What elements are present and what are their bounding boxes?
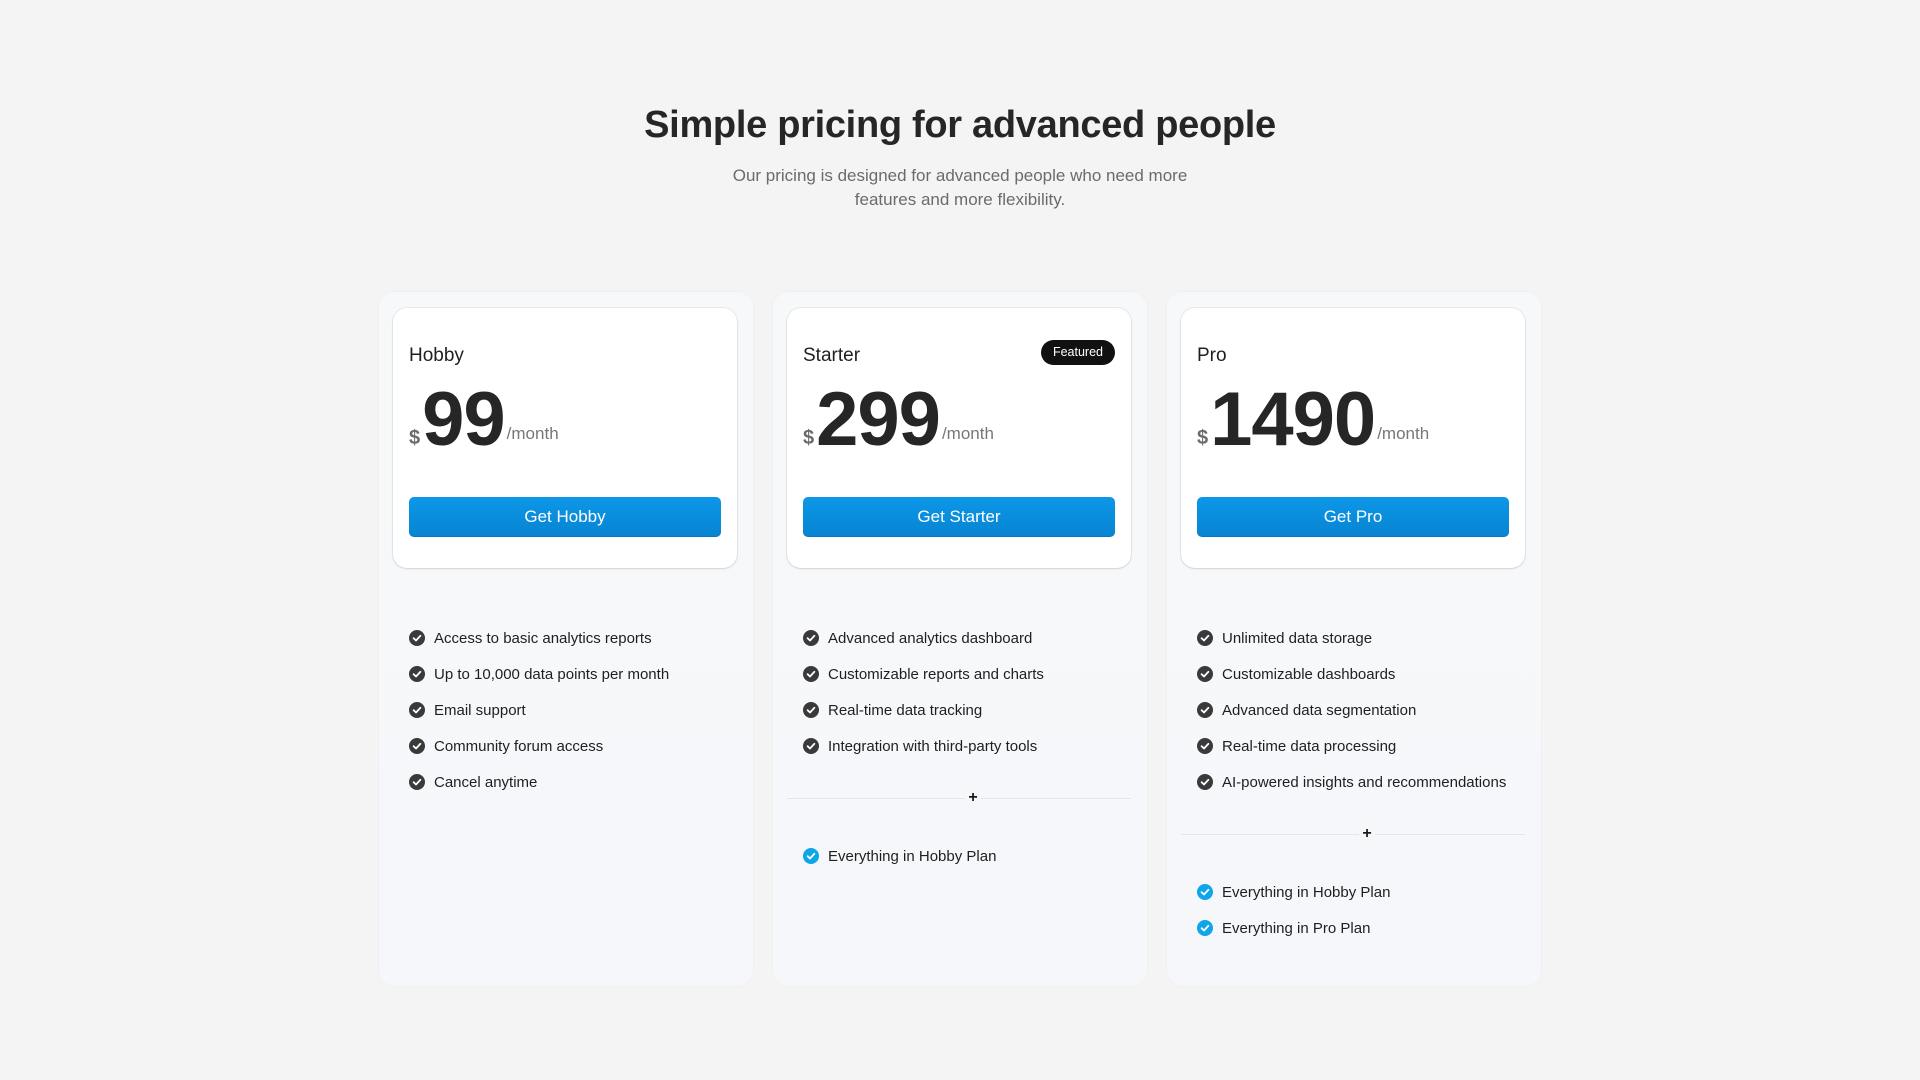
check-circle-icon xyxy=(803,630,819,646)
currency-symbol: $ xyxy=(409,427,421,449)
plan-pro: Pro $ 1490 /month Get Pro Unlimited data… xyxy=(1167,292,1541,986)
pricing-page: Simple pricing for advanced people Our p… xyxy=(0,0,1920,1080)
plan-divider: + xyxy=(787,790,1131,806)
check-circle-icon xyxy=(803,702,819,718)
check-circle-icon xyxy=(1197,666,1213,682)
feature-text: Customizable dashboards xyxy=(1222,665,1396,683)
check-circle-icon xyxy=(409,774,425,790)
feature-text: Cancel anytime xyxy=(434,773,538,791)
check-circle-icon xyxy=(803,848,819,864)
feature-text: Up to 10,000 data points per month xyxy=(434,665,670,683)
currency-symbol: $ xyxy=(803,427,815,449)
check-circle-icon xyxy=(409,666,425,682)
plus-icon: + xyxy=(1359,826,1375,842)
feature-text: Unlimited data storage xyxy=(1222,629,1373,647)
feature-text: Access to basic analytics reports xyxy=(434,629,652,647)
feature-text: Email support xyxy=(434,701,526,719)
feature-item: Email support xyxy=(409,692,739,728)
feature-item: Real-time data processing xyxy=(1197,728,1527,764)
check-circle-icon xyxy=(409,702,425,718)
feature-item: AI-powered insights and recommendations xyxy=(1197,764,1527,800)
included-plan-text: Everything in Hobby Plan xyxy=(1222,883,1391,901)
feature-text: Integration with third-party tools xyxy=(828,737,1038,755)
feature-item: Cancel anytime xyxy=(409,764,739,800)
feature-text: Real-time data processing xyxy=(1222,737,1397,755)
feature-item: Community forum access xyxy=(409,728,739,764)
page-title: Simple pricing for advanced people xyxy=(644,104,1276,146)
included-plan-item: Everything in Hobby Plan xyxy=(1197,874,1527,910)
price-amount: 99 xyxy=(422,377,506,462)
feature-item: Integration with third-party tools xyxy=(803,728,1133,764)
feature-item: Customizable dashboards xyxy=(1197,656,1527,692)
price: $ 99 /month xyxy=(409,378,559,458)
included-plan-text: Everything in Hobby Plan xyxy=(828,847,997,865)
plan-name: Pro xyxy=(1197,345,1227,366)
check-circle-icon xyxy=(1197,920,1213,936)
get-hobby-button[interactable]: Get Hobby xyxy=(409,497,721,537)
get-starter-button[interactable]: Get Starter xyxy=(803,497,1115,537)
pricing-plans: Hobby $ 99 /month Get Hobby Access to ba… xyxy=(379,292,1541,986)
price-period: /month xyxy=(1377,424,1430,443)
feature-text: Customizable reports and charts xyxy=(828,665,1044,683)
feature-item: Advanced data segmentation xyxy=(1197,692,1527,728)
feature-item: Customizable reports and charts xyxy=(803,656,1133,692)
feature-item: Real-time data tracking xyxy=(803,692,1133,728)
feature-item: Access to basic analytics reports xyxy=(409,620,739,656)
check-circle-icon xyxy=(409,630,425,646)
feature-list: Unlimited data storage Customizable dash… xyxy=(1197,620,1527,800)
price-period: /month xyxy=(941,424,994,443)
price-amount: 1490 xyxy=(1210,377,1376,462)
page-subtitle: Our pricing is designed for advanced peo… xyxy=(732,166,1188,209)
feature-text: Real-time data tracking xyxy=(828,701,983,719)
feature-item: Up to 10,000 data points per month xyxy=(409,656,739,692)
feature-item: Unlimited data storage xyxy=(1197,620,1527,656)
feature-item: Advanced analytics dashboard xyxy=(803,620,1133,656)
check-circle-icon xyxy=(803,666,819,682)
plan-starter: Starter Featured $ 299 /month Get Starte… xyxy=(773,292,1147,986)
feature-text: AI-powered insights and recommendations xyxy=(1222,773,1507,791)
plan-name: Hobby xyxy=(409,345,464,366)
included-plan-item: Everything in Pro Plan xyxy=(1197,910,1527,946)
plan-name: Starter xyxy=(803,345,861,366)
check-circle-icon xyxy=(1197,630,1213,646)
check-circle-icon xyxy=(803,738,819,754)
price-period: /month xyxy=(506,424,559,443)
included-plans-list: Everything in Hobby Plan xyxy=(803,838,1133,874)
included-plan-item: Everything in Hobby Plan xyxy=(803,838,1133,874)
plan-divider: + xyxy=(1181,826,1525,842)
feature-text: Advanced data segmentation xyxy=(1222,701,1417,719)
feature-list: Advanced analytics dashboard Customizabl… xyxy=(803,620,1133,764)
plan-card-pro: Pro $ 1490 /month Get Pro xyxy=(1181,308,1525,568)
featured-badge: Featured xyxy=(1040,340,1115,365)
feature-text: Community forum access xyxy=(434,737,604,755)
check-circle-icon xyxy=(1197,774,1213,790)
check-circle-icon xyxy=(409,738,425,754)
plan-card-hobby: Hobby $ 99 /month Get Hobby xyxy=(393,308,737,568)
check-circle-icon xyxy=(1197,702,1213,718)
feature-text: Advanced analytics dashboard xyxy=(828,629,1033,647)
plan-hobby: Hobby $ 99 /month Get Hobby Access to ba… xyxy=(379,292,753,986)
check-circle-icon xyxy=(1197,738,1213,754)
price-amount: 299 xyxy=(816,377,941,462)
check-circle-icon xyxy=(1197,884,1213,900)
price: $ 299 /month xyxy=(803,378,994,458)
plus-icon: + xyxy=(965,790,981,806)
included-plan-text: Everything in Pro Plan xyxy=(1222,919,1371,937)
plan-card-starter: Starter Featured $ 299 /month Get Starte… xyxy=(787,308,1131,568)
get-pro-button[interactable]: Get Pro xyxy=(1197,497,1509,537)
feature-list: Access to basic analytics reports Up to … xyxy=(409,620,739,800)
included-plans-list: Everything in Hobby Plan Everything in P… xyxy=(1197,874,1527,946)
price: $ 1490 /month xyxy=(1197,378,1429,458)
currency-symbol: $ xyxy=(1197,427,1209,449)
